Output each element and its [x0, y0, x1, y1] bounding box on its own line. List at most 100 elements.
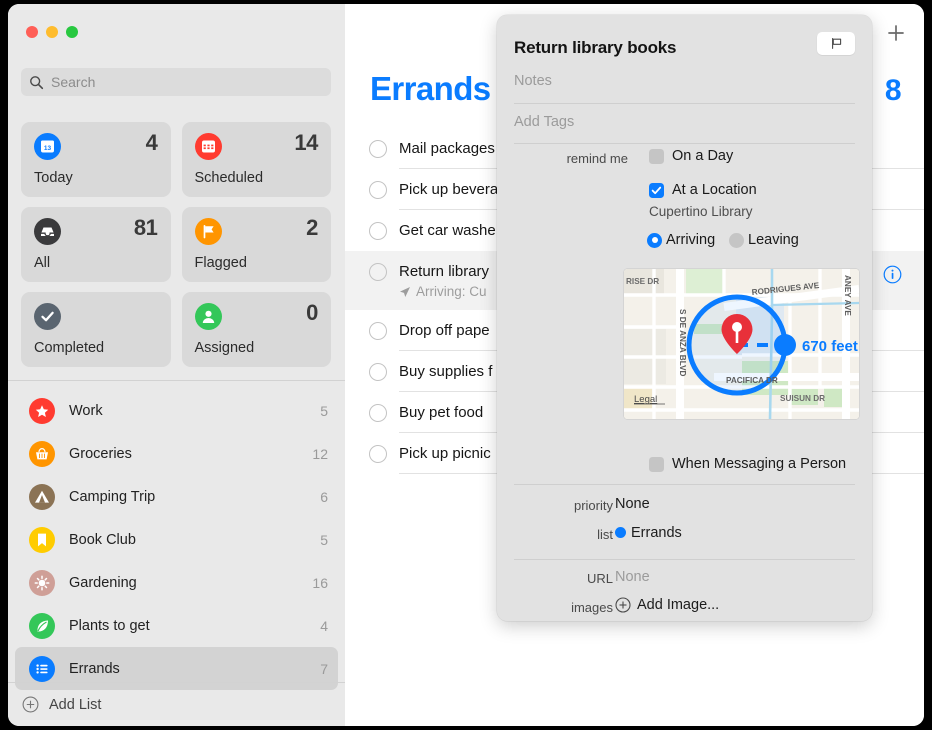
reminder-subtitle-text: Arriving: Cu: [416, 284, 487, 299]
reminders-window: Search 13 4 Today 14 Scheduled 81 All 2 …: [8, 4, 924, 726]
basket-icon: [29, 440, 55, 467]
info-circle-icon[interactable]: [883, 265, 902, 284]
sidebar-item-count: 6: [320, 488, 328, 505]
location-detail: Cupertino Library: [649, 204, 753, 219]
search-input[interactable]: Search: [21, 68, 331, 96]
on-a-day-checkbox[interactable]: [649, 148, 664, 164]
sidebar-item-count: 7: [320, 660, 328, 677]
arriving-radio-option[interactable]: Arriving: [647, 232, 715, 248]
smart-card-completed[interactable]: Completed: [21, 292, 171, 367]
flag-icon: [194, 218, 222, 245]
star-icon: [29, 397, 55, 424]
at-a-location-option[interactable]: At a Location: [649, 182, 757, 198]
sidebar-item-work[interactable]: Work 5: [15, 389, 338, 432]
add-image-button[interactable]: Add Image...: [615, 597, 719, 613]
sidebar-item-plants-to-get[interactable]: Plants to get 4: [15, 604, 338, 647]
window-controls: [26, 26, 78, 38]
list-color-swatch: [615, 527, 626, 538]
sidebar-divider: [8, 380, 345, 381]
user-lists: Work 5 Groceries 12 Camping Trip 6 Book …: [15, 389, 338, 690]
flag-outline-icon: [831, 38, 841, 49]
sidebar-item-camping-trip[interactable]: Camping Trip 6: [15, 475, 338, 518]
add-list-button[interactable]: Add List: [8, 682, 345, 726]
screenshot-root: Search 13 4 Today 14 Scheduled 81 All 2 …: [0, 0, 932, 730]
complete-checkbox[interactable]: [369, 363, 387, 381]
sidebar: Search 13 4 Today 14 Scheduled 81 All 2 …: [8, 4, 345, 726]
smart-card-count: 2: [306, 215, 318, 240]
sidebar-item-label: Book Club: [69, 531, 136, 548]
add-reminder-button[interactable]: [885, 22, 907, 44]
svg-text:670 feet: 670 feet: [802, 338, 858, 355]
tags-field[interactable]: Add Tags: [514, 114, 574, 130]
leaf-icon: [29, 612, 55, 639]
url-value[interactable]: None: [615, 569, 650, 585]
svg-text:13: 13: [44, 145, 52, 152]
complete-checkbox[interactable]: [369, 140, 387, 158]
priority-value[interactable]: None: [615, 496, 650, 512]
minimize-button[interactable]: [46, 26, 58, 38]
add-image-label: Add Image...: [637, 597, 720, 613]
plus-circle-icon: [615, 597, 631, 613]
popover-divider: [514, 559, 855, 560]
sidebar-item-count: 5: [320, 531, 328, 548]
leaving-radio-option[interactable]: Leaving: [729, 232, 799, 248]
search-placeholder: Search: [51, 74, 96, 90]
at-a-location-checkbox[interactable]: [649, 182, 664, 198]
map-canvas: RISE DR SUISUN DR S DE ANZA BLVD ANEY AV…: [624, 269, 859, 419]
location-map[interactable]: RISE DR SUISUN DR S DE ANZA BLVD ANEY AV…: [624, 269, 859, 419]
smart-card-assigned[interactable]: 0 Assigned: [181, 292, 331, 367]
list-label: list: [597, 527, 613, 542]
complete-checkbox[interactable]: [369, 263, 387, 281]
arriving-radio[interactable]: [647, 232, 662, 248]
complete-checkbox[interactable]: [369, 445, 387, 463]
plus-icon: [888, 25, 904, 41]
sidebar-item-book-club[interactable]: Book Club 5: [15, 518, 338, 561]
zoom-button[interactable]: [66, 26, 78, 38]
smart-card-scheduled[interactable]: 14 Scheduled: [181, 122, 331, 197]
smart-card-flagged[interactable]: 2 Flagged: [181, 207, 331, 282]
popover-divider: [514, 484, 855, 485]
close-button[interactable]: [26, 26, 38, 38]
smart-card-all[interactable]: 81 All: [21, 207, 171, 282]
checkmark-icon: [651, 186, 662, 194]
list-icon: [29, 655, 55, 682]
priority-label: priority: [573, 498, 613, 513]
inbox-icon: [34, 218, 61, 245]
smart-card-label: Completed: [34, 340, 105, 356]
smart-lists-grid: 13 4 Today 14 Scheduled 81 All 2 Flagged…: [21, 122, 331, 367]
page-title: Errands: [370, 70, 491, 107]
sidebar-item-count: 12: [312, 445, 328, 462]
smart-card-label: Assigned: [194, 340, 255, 356]
sidebar-item-label: Work: [69, 402, 103, 419]
complete-checkbox[interactable]: [369, 222, 387, 240]
remind-me-label: remind me: [566, 151, 628, 166]
smart-card-count: 14: [294, 130, 318, 155]
sidebar-item-count: 5: [320, 402, 328, 419]
complete-checkbox[interactable]: [369, 322, 387, 340]
leaving-radio[interactable]: [729, 232, 744, 248]
bookmark-icon: [29, 526, 55, 553]
popover-divider: [514, 103, 855, 104]
plus-circle-icon: [22, 696, 39, 713]
notes-field[interactable]: Notes: [514, 73, 855, 89]
smart-card-label: Flagged: [194, 255, 247, 271]
when-messaging-checkbox[interactable]: [649, 456, 664, 472]
smart-card-count: 4: [145, 130, 158, 155]
smart-card-today[interactable]: 13 4 Today: [21, 122, 171, 197]
list-value[interactable]: Errands: [615, 525, 682, 541]
smart-card-count: 81: [133, 215, 158, 240]
complete-checkbox[interactable]: [369, 404, 387, 422]
complete-checkbox[interactable]: [369, 181, 387, 199]
sidebar-item-groceries[interactable]: Groceries 12: [15, 432, 338, 475]
popover-title: Return library books: [514, 38, 677, 57]
svg-text:S DE ANZA BLVD: S DE ANZA BLVD: [678, 309, 687, 377]
sidebar-item-gardening[interactable]: Gardening 16: [15, 561, 338, 604]
when-messaging-option[interactable]: When Messaging a Person: [649, 456, 846, 472]
flag-button[interactable]: [817, 32, 855, 55]
sidebar-item-label: Gardening: [69, 574, 137, 591]
svg-text:ANEY AVE: ANEY AVE: [843, 275, 852, 316]
on-a-day-option[interactable]: On a Day: [649, 148, 733, 164]
add-list-label: Add List: [49, 696, 102, 713]
svg-text:PACIFICA DR: PACIFICA DR: [726, 376, 778, 385]
search-icon: [30, 75, 44, 89]
